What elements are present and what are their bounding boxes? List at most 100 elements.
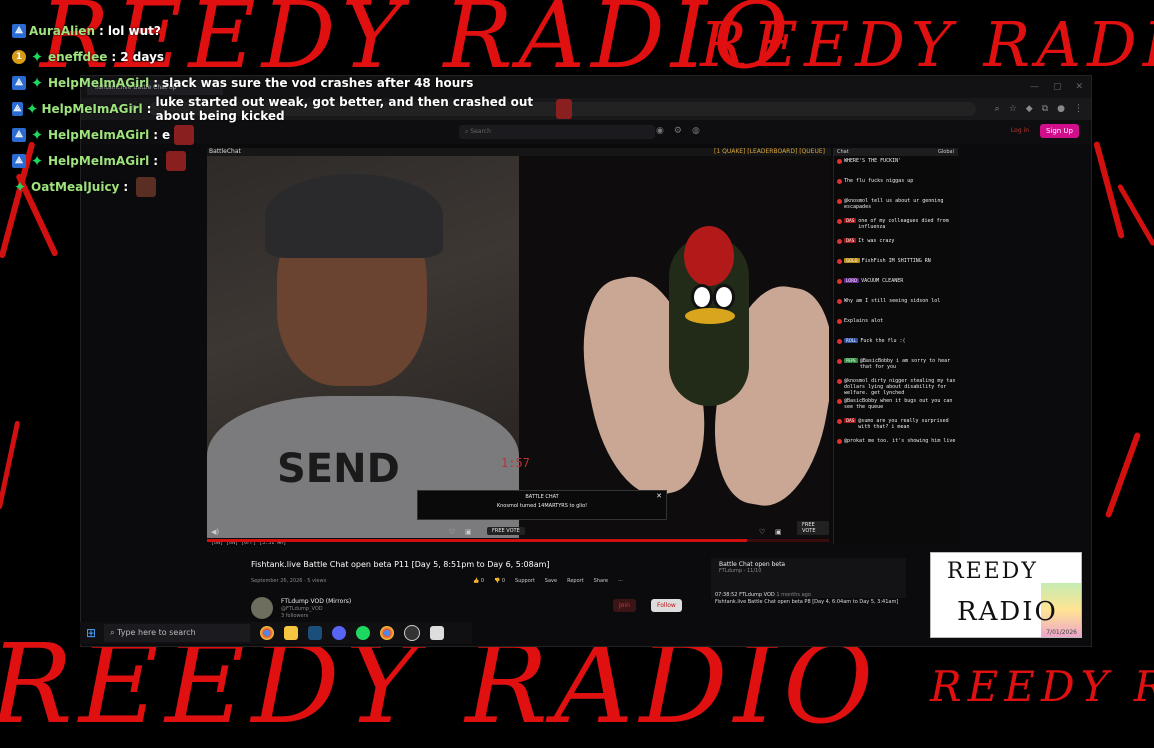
chat-colon: :: [123, 180, 129, 194]
side-chat-line: @BasicBobby when it bugs out you can see…: [834, 396, 958, 416]
menu-icon[interactable]: ⋮: [1074, 104, 1083, 114]
follow-button[interactable]: Follow: [651, 599, 682, 612]
rec-channel: FTLdump VOD: [739, 592, 775, 598]
maximize-icon[interactable]: ▢: [1053, 82, 1062, 92]
zoom-icon[interactable]: ⌕: [995, 104, 1000, 114]
stream-header-links[interactable]: [1 QUAKE] [LEADERBOARD] [QUEUE]: [714, 148, 825, 156]
files-icon[interactable]: [284, 626, 299, 640]
popup-text: Knosmol turned 14MARTYRS to glio!: [496, 503, 588, 509]
support-button[interactable]: Support: [515, 578, 535, 584]
like-button[interactable]: 👍 0: [473, 578, 484, 584]
chat-username[interactable]: HelpMeImAGirl: [48, 128, 149, 142]
chat-colon: :: [153, 154, 159, 168]
side-chat-avatar: [837, 179, 842, 184]
chrome-icon[interactable]: [380, 626, 395, 640]
close-icon[interactable]: ✕: [1075, 82, 1083, 92]
chat-colon: :: [146, 102, 152, 116]
discord-icon[interactable]: [332, 626, 347, 640]
eye-icon[interactable]: ◉: [656, 126, 664, 136]
dislike-button[interactable]: 👎 0: [494, 578, 505, 584]
side-chat-line: Explains alot: [834, 316, 958, 336]
stream-chat-overlay: ⟁ AuraAlien: lol wut? 1 ✦ eneffdee:2 days ⟁ ✦ He…: [12, 18, 572, 200]
chat-text: luke started out weak, got better, and t…: [155, 95, 534, 123]
blue-badge-icon: ⟁: [12, 154, 26, 168]
puppet-beak: [685, 308, 735, 324]
side-chat-avatar: [837, 359, 842, 364]
chat-username[interactable]: HelpMeImAGirl: [41, 102, 142, 116]
chat-message: ✦ OatMealJuicy:: [12, 174, 572, 200]
taskbar-search[interactable]: ⌕ Type here to search: [104, 624, 251, 642]
more-icon[interactable]: ⋯: [618, 578, 623, 584]
stream-timer: 1:57: [501, 456, 530, 470]
chat-emote: [556, 99, 572, 119]
share-button[interactable]: Share: [594, 578, 608, 584]
chat-username[interactable]: HelpMeImAGirl: [48, 154, 149, 168]
video-title: Fishtank.live Battle Chat open beta P11 …: [251, 560, 550, 569]
side-chat-line: DAS one of my colleagues died from influe…: [834, 216, 958, 236]
channel-avatar[interactable]: [251, 597, 273, 619]
gold-badge-icon: 1: [12, 50, 26, 64]
chat-username[interactable]: HelpMeImAGirl: [48, 76, 149, 90]
settings-icon[interactable]: ⚙: [674, 126, 682, 136]
chat-username[interactable]: AuraAlien: [29, 24, 95, 38]
up-next-sub: FTLdump - 11/10: [719, 568, 762, 574]
green-badge-icon: ✦: [30, 126, 44, 144]
obs-icon[interactable]: [404, 625, 421, 641]
puppet-hat: [684, 226, 734, 286]
user-icon[interactable]: ◍: [692, 126, 700, 136]
spotify-icon[interactable]: [356, 626, 371, 640]
windows-start-icon[interactable]: ⊞: [86, 626, 96, 640]
chat-colon: :: [153, 128, 159, 142]
progress-bar[interactable]: [207, 539, 829, 542]
app-icon[interactable]: [430, 626, 445, 640]
popup-close-icon[interactable]: ✕: [656, 492, 662, 501]
save-button[interactable]: Save: [545, 578, 557, 584]
side-chat-tag: PEPE: [844, 358, 858, 363]
video-views: 5 views: [307, 578, 327, 584]
window-controls: — ▢ ✕: [1030, 82, 1091, 92]
up-next-title: Battle Chat open beta: [719, 561, 786, 568]
chat-colon: :: [99, 24, 104, 38]
chrome-icon[interactable]: [260, 626, 275, 640]
logo-line1: REEDY: [947, 559, 1038, 584]
join-button[interactable]: Join: [613, 599, 636, 612]
side-chat-avatar: [837, 259, 842, 264]
side-chat-global[interactable]: Global: [938, 148, 954, 156]
login-link[interactable]: Log in: [1011, 127, 1029, 134]
chat-emote: [174, 125, 195, 145]
side-chat-tag: LORD: [844, 278, 860, 283]
chat-message: ⟁ ✦ HelpMeImAGirl: luke started out weak, g…: [12, 95, 572, 123]
extensions-puzzle-icon[interactable]: ⧉: [1042, 104, 1048, 114]
signup-button[interactable]: Sign Up: [1039, 124, 1079, 138]
green-badge-icon: ✦: [30, 74, 44, 92]
side-chat-line: WHERE'S THE FUCKIN': [834, 156, 958, 176]
profile-icon[interactable]: ●: [1057, 104, 1065, 114]
side-chat-line: DAS @sumo are you really surprised with t…: [834, 416, 958, 436]
minimize-icon[interactable]: —: [1030, 82, 1039, 92]
report-button[interactable]: Report: [567, 578, 584, 584]
blue-badge-icon: ⟁: [12, 24, 26, 38]
recommended-video[interactable]: 07:38:52 FTLdump VOD 1 months ago Fishta…: [715, 592, 915, 606]
channel-name[interactable]: FTLdump VOD (Mirrors): [281, 598, 351, 605]
video-player[interactable]: SEND 1:57 BATTLE CHAT Knosmol turned 14M…: [207, 156, 829, 538]
puppet-eye: [713, 284, 735, 310]
webcam-right: [519, 156, 829, 538]
steam-icon[interactable]: [308, 626, 323, 640]
green-badge-icon: ✦: [13, 178, 27, 196]
side-chat-line: @prokat me too. it's showing him live: [834, 436, 958, 456]
video-actions: 👍 0 👎 0 Support Save Report Share ⋯: [473, 578, 623, 584]
side-chat-text: one of my colleagues died from influenza: [858, 218, 949, 230]
video-date: September 26, 2026: [251, 578, 303, 584]
rec-duration: 07:38:52: [715, 592, 738, 598]
chat-username[interactable]: eneffdee: [48, 50, 107, 64]
reedy-radio-logo: REEDY RADIO 7/01/2026: [930, 552, 1082, 638]
side-chat-avatar: [837, 339, 842, 344]
side-chat-text: @knosmol dirty nigger stealing my tax do…: [844, 378, 956, 396]
side-chat-text: @sumo are you really surprised with that…: [858, 418, 949, 430]
side-chat-text: WHERE'S THE FUCKIN': [844, 158, 902, 164]
progress-fill: [207, 539, 747, 542]
bookmark-star-icon[interactable]: ☆: [1009, 104, 1017, 114]
side-chat-panel: Chat Global WHERE'S THE FUCKIN' The flu f…: [833, 148, 958, 544]
extension-icon[interactable]: ◆: [1026, 104, 1033, 114]
chat-username[interactable]: OatMealJuicy: [31, 180, 119, 194]
